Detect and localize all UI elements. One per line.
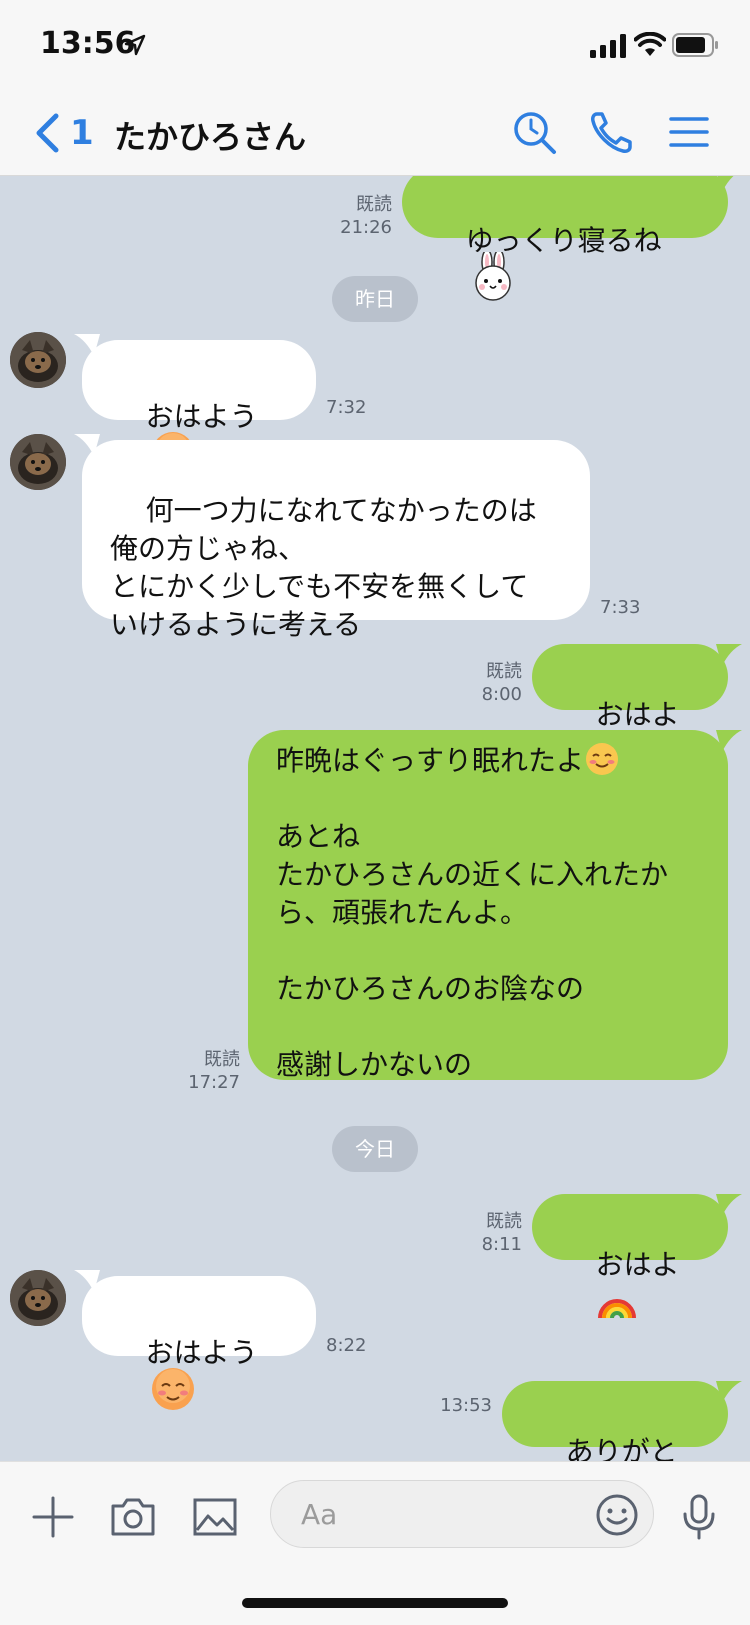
- smiling-face-emoji: [586, 743, 619, 775]
- input-placeholder: Aa: [301, 1498, 338, 1531]
- chat-header: 1 たかひろさん: [0, 90, 750, 176]
- message-time: 21:26: [340, 217, 392, 238]
- message-input[interactable]: Aa: [270, 1480, 654, 1548]
- chevron-left-icon: [36, 113, 59, 153]
- microphone-icon[interactable]: [674, 1492, 724, 1542]
- message-time: 8:11: [481, 1234, 522, 1255]
- message-bubble-incoming[interactable]: おはよう: [82, 1276, 316, 1410]
- message-bubble-incoming[interactable]: 何一つ力になれてなかったのは 俺の方じゃね、 とにかく少しでも不安を無くして い…: [82, 440, 590, 641]
- date-separator: 昨日: [332, 276, 418, 322]
- bubble-tail: [716, 1194, 742, 1216]
- message-time: 17:27: [188, 1072, 240, 1093]
- read-receipt: 既読: [486, 661, 522, 682]
- menu-icon[interactable]: [665, 108, 713, 156]
- input-bar: Aa: [0, 1461, 750, 1625]
- dog-photo-avatar: [10, 1270, 66, 1326]
- message-time: 8:22: [326, 1335, 367, 1356]
- message-meta: 既読 8:11: [440, 1210, 522, 1256]
- message-bubble-incoming[interactable]: おはよう: [82, 340, 316, 474]
- dog-photo-avatar: [10, 332, 66, 388]
- bubble-tail: [717, 176, 734, 192]
- message-text: おはよう: [145, 1336, 258, 1369]
- blush-face-emoji: [151, 1368, 194, 1410]
- home-indicator: [242, 1598, 508, 1608]
- unread-count-badge: 1: [70, 113, 94, 153]
- plus-icon[interactable]: [28, 1492, 78, 1542]
- bubble-tail: [716, 730, 742, 752]
- signal-icon: [590, 34, 626, 58]
- message-text: ありがと: [565, 1435, 678, 1461]
- dog-photo-avatar: [10, 434, 66, 490]
- sticker-smiley-icon[interactable]: [595, 1493, 639, 1537]
- avatar[interactable]: [10, 434, 66, 490]
- message-bubble-outgoing[interactable]: 昨晩はぐっすり眠れたよ あとね たかひろさんの近くに入れたか ら、頑張れたんよ。…: [248, 730, 728, 1080]
- message-text: おはよ: [595, 1248, 680, 1281]
- avatar[interactable]: [10, 1270, 66, 1326]
- read-receipt: 既読: [486, 1211, 522, 1232]
- message-bubble-outgoing[interactable]: ありがと: [502, 1381, 728, 1461]
- status-bar: 13:56: [0, 0, 750, 90]
- chat-title: たかひろさん: [114, 118, 307, 156]
- date-separator: 今日: [332, 1126, 418, 1172]
- camera-icon[interactable]: [108, 1492, 158, 1542]
- message-text: おはよ: [595, 698, 680, 731]
- message-meta: 既読 21:26: [310, 193, 392, 239]
- message-bubble-outgoing[interactable]: おはよ: [532, 644, 728, 767]
- message-bubble-outgoing[interactable]: おはよ: [532, 1194, 728, 1319]
- message-text: 何一つ力になれてなかったのは 俺の方じゃね、 とにかく少しでも不安を無くして い…: [110, 494, 537, 641]
- status-time: 13:56: [40, 26, 136, 61]
- phone-icon[interactable]: [588, 108, 636, 156]
- rainbow-emoji: [597, 1299, 636, 1319]
- back-button[interactable]: 1: [34, 108, 94, 158]
- message-text: 昨晩はぐっすり眠れたよ: [276, 744, 585, 777]
- bubble-tail: [716, 644, 742, 666]
- image-icon[interactable]: [190, 1492, 240, 1542]
- bunny-sticker-emoji: [474, 252, 511, 301]
- message-time: 13:53: [440, 1395, 492, 1416]
- read-receipt: 既読: [204, 1049, 240, 1070]
- message-text: おはよう: [145, 400, 258, 433]
- message-time: 8:00: [481, 684, 522, 705]
- bubble-tail: [716, 1381, 742, 1403]
- message-meta: 13:53: [410, 1394, 492, 1417]
- message-text-continued: あとね たかひろさんの近くに入れたか ら、頑張れたんよ。 たかひろさんのお陰なの…: [276, 820, 669, 1081]
- message-bubble-outgoing[interactable]: ゆっくり寝るね: [402, 176, 728, 301]
- read-receipt: 既読: [356, 194, 392, 215]
- avatar[interactable]: [10, 332, 66, 388]
- message-meta: 既読 8:00: [440, 660, 522, 706]
- chat-area[interactable]: 既読 21:26 ゆっくり寝るね 昨日 おはよう 7:32 何一つ力になれてなか…: [0, 176, 750, 1461]
- message-time: 7:33: [600, 597, 641, 618]
- message-time: 7:32: [326, 397, 367, 418]
- search-icon[interactable]: [510, 108, 558, 156]
- location-arrow-icon: [124, 34, 146, 56]
- message-meta: 既読 17:27: [158, 1048, 240, 1094]
- wifi-icon: [634, 32, 666, 56]
- battery-icon: [672, 33, 718, 57]
